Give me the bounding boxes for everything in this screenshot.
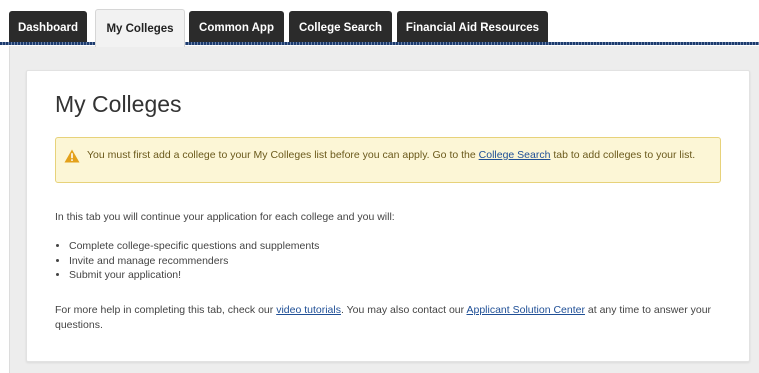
list-item: Submit your application! [69, 268, 319, 283]
warning-alert: You must first add a college to your My … [55, 137, 721, 183]
help-text: For more help in completing this tab, ch… [55, 303, 729, 333]
my-colleges-panel: My Colleges You must first add a college… [26, 70, 750, 362]
alert-text-after: tab to add colleges to your list. [550, 149, 696, 161]
page-title: My Colleges [55, 91, 182, 117]
list-item: Invite and manage recommenders [69, 254, 319, 269]
tab-dashboard[interactable]: Dashboard [9, 11, 87, 44]
tab-financial-aid-resources[interactable]: Financial Aid Resources [397, 11, 548, 44]
alert-text-before: You must first add a college to your My … [87, 149, 479, 161]
list-item: Complete college-specific questions and … [69, 239, 319, 254]
tab-bar: Dashboard My Colleges Common App College… [0, 0, 759, 47]
steps-list: Complete college-specific questions and … [55, 239, 319, 283]
tab-my-colleges[interactable]: My Colleges [95, 9, 185, 47]
tab-college-search[interactable]: College Search [289, 11, 392, 44]
video-tutorials-link[interactable]: video tutorials [276, 304, 341, 316]
intro-text: In this tab you will continue your appli… [55, 211, 395, 223]
warning-icon [64, 149, 80, 163]
help-text-1: For more help in completing this tab, ch… [55, 304, 277, 316]
college-search-link[interactable]: College Search [479, 149, 551, 161]
tab-common-app[interactable]: Common App [189, 11, 284, 44]
help-text-2: . You may also contact our [340, 304, 467, 316]
applicant-solution-center-link[interactable]: Applicant Solution Center [466, 304, 585, 316]
alert-message: You must first add a college to your My … [87, 147, 708, 163]
